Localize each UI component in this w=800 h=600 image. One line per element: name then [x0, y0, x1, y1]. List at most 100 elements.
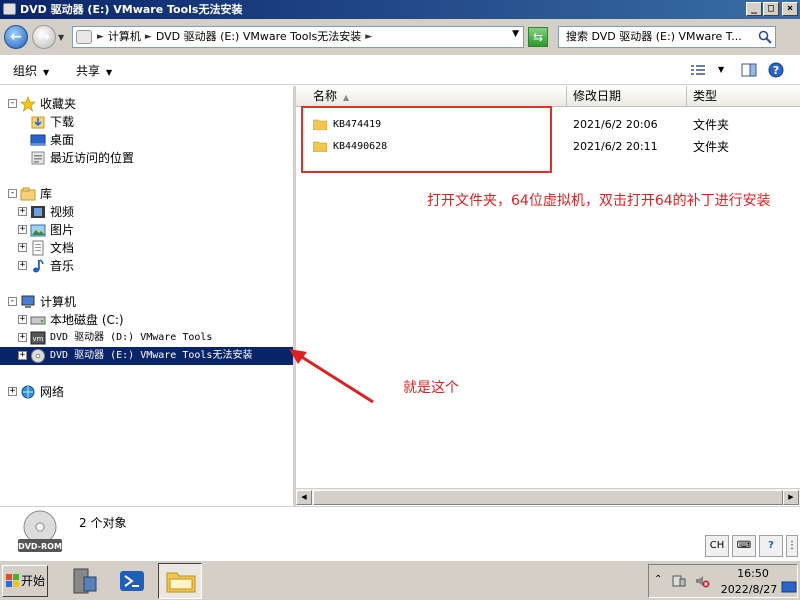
nav-label: DVD 驱动器 (D:) VMware Tools: [50, 332, 213, 343]
collapse-icon[interactable]: -: [8, 297, 17, 306]
nav-favorites[interactable]: - 收藏夹: [0, 95, 293, 113]
window-controls: _ □ ×: [746, 2, 798, 16]
sort-ascending-icon: ▲: [343, 93, 350, 102]
download-folder-icon: [31, 116, 45, 129]
back-button[interactable]: ←: [4, 25, 28, 49]
nav-label: 库: [40, 187, 53, 201]
chevron-right-icon[interactable]: ►: [145, 27, 152, 47]
server-manager-taskbar-button[interactable]: [62, 563, 106, 599]
nav-label: 桌面: [50, 133, 75, 147]
breadcrumb-computer[interactable]: 计算机: [108, 27, 141, 47]
nav-recent-places[interactable]: 最近访问的位置: [0, 149, 293, 167]
chevron-down-icon[interactable]: ▼: [512, 29, 519, 39]
scroll-left-button[interactable]: ◀: [296, 490, 312, 505]
disc-drive-icon: [31, 349, 45, 363]
options-icon[interactable]: ⋮: [786, 535, 798, 557]
folder-icon: [166, 572, 196, 593]
network-icon: [21, 385, 35, 399]
music-icon: [33, 259, 44, 273]
file-modified: 2021/6/2 20:06: [573, 118, 658, 131]
expand-icon[interactable]: +: [8, 387, 17, 396]
breadcrumb-dvd-e[interactable]: DVD 驱动器 (E:) VMware Tools无法安装: [156, 27, 361, 47]
drive-icon: [76, 30, 92, 44]
nav-dvd-drive-e[interactable]: + DVD 驱动器 (E:) VMware Tools无法安装: [0, 347, 293, 365]
expand-icon[interactable]: +: [18, 261, 27, 270]
powershell-icon: [120, 571, 144, 591]
chevron-right-icon[interactable]: ►: [97, 27, 104, 47]
nav-pictures[interactable]: + 图片: [0, 221, 293, 239]
nav-network[interactable]: + 网络: [0, 383, 293, 401]
address-bar[interactable]: ► 计算机 ► DVD 驱动器 (E:) VMware Tools无法安装 ► …: [72, 26, 524, 48]
help-icon[interactable]: ?: [768, 62, 784, 78]
nav-label: 最近访问的位置: [50, 151, 135, 165]
nav-downloads[interactable]: 下载: [0, 113, 293, 131]
annotation-pointer: 就是这个: [403, 380, 459, 396]
horizontal-scrollbar[interactable]: ◀ ▶: [296, 488, 800, 505]
drive-type-label: DVD-ROM: [18, 542, 62, 551]
expand-icon[interactable]: +: [18, 207, 27, 216]
expand-icon[interactable]: +: [18, 351, 27, 360]
preview-pane-icon[interactable]: [741, 62, 757, 78]
language-indicator[interactable]: CH: [705, 535, 729, 557]
scroll-thumb[interactable]: [313, 490, 783, 505]
scroll-right-button[interactable]: ▶: [783, 490, 799, 505]
help-icon[interactable]: ?: [759, 535, 783, 557]
search-icon[interactable]: [758, 30, 772, 44]
expand-icon[interactable]: +: [18, 315, 27, 324]
explorer-taskbar-button[interactable]: [158, 563, 202, 599]
nav-label: 计算机: [40, 295, 77, 309]
chevron-right-icon[interactable]: ►: [365, 27, 372, 47]
nav-videos[interactable]: + 视频: [0, 203, 293, 221]
pictures-icon: [30, 224, 46, 237]
column-header-type[interactable]: 类型: [687, 86, 800, 107]
history-dropdown-icon[interactable]: ▼: [58, 33, 64, 42]
keyboard-icon[interactable]: ⌨: [732, 535, 756, 557]
nav-desktop[interactable]: 桌面: [0, 131, 293, 149]
chevron-down-icon[interactable]: ▼: [718, 65, 724, 74]
expand-icon[interactable]: +: [18, 225, 27, 234]
drive-icon: [3, 3, 16, 15]
search-input[interactable]: 搜索 DVD 驱动器 (E:) VMware T...: [558, 26, 776, 48]
organize-button[interactable]: 组织 ▼: [13, 62, 49, 79]
column-header-name[interactable]: 名称 ▲: [307, 86, 567, 107]
nav-libraries[interactable]: - 库: [0, 185, 293, 203]
action-center-icon[interactable]: [671, 573, 687, 589]
close-button[interactable]: ×: [782, 2, 798, 16]
nav-local-disk-c[interactable]: + 本地磁盘 (C:): [0, 311, 293, 329]
collapse-icon[interactable]: -: [8, 99, 17, 108]
volume-muted-icon[interactable]: [694, 573, 710, 589]
clock-time[interactable]: 16:50: [733, 567, 773, 580]
collapse-icon[interactable]: -: [8, 189, 17, 198]
nav-dvd-drive-d[interactable]: + vm DVD 驱动器 (D:) VMware Tools: [0, 329, 293, 347]
start-button[interactable]: 开始: [2, 565, 48, 597]
column-header-modified[interactable]: 修改日期: [567, 86, 687, 107]
share-button[interactable]: 共享 ▼: [76, 62, 112, 79]
computer-icon: [21, 295, 35, 308]
recent-places-icon: [31, 151, 45, 165]
address-row: ← → ▼ ► 计算机 ► DVD 驱动器 (E:) VMware Tools无…: [0, 19, 800, 55]
powershell-taskbar-button[interactable]: [110, 563, 154, 599]
hard-drive-icon: [30, 316, 46, 325]
show-desktop-icon[interactable]: [781, 579, 797, 595]
desktop-icon: [30, 134, 46, 146]
clock-date[interactable]: 2022/8/27: [720, 583, 778, 596]
nav-computer[interactable]: - 计算机: [0, 293, 293, 311]
show-hidden-icons-icon[interactable]: ⌃: [654, 574, 662, 585]
maximize-button[interactable]: □: [763, 2, 779, 16]
chevron-down-icon: ▼: [43, 68, 50, 77]
nav-label: 文档: [50, 241, 75, 255]
nav-documents[interactable]: + 文档: [0, 239, 293, 257]
nav-label: 网络: [40, 385, 65, 399]
nav-label: 图片: [50, 223, 75, 237]
details-pane: DVD-ROM 2 个对象 CH ⌨ ? ⋮: [0, 506, 800, 560]
view-options-icon[interactable]: [690, 62, 706, 78]
forward-button[interactable]: →: [32, 25, 56, 49]
minimize-button[interactable]: _: [746, 2, 762, 16]
nav-music[interactable]: + 音乐: [0, 257, 293, 275]
refresh-button[interactable]: ⇆: [528, 27, 548, 47]
expand-icon[interactable]: +: [18, 333, 27, 342]
expand-icon[interactable]: +: [18, 243, 27, 252]
file-modified: 2021/6/2 20:11: [573, 140, 658, 153]
search-placeholder: 搜索 DVD 驱动器 (E:) VMware T...: [566, 30, 742, 43]
nav-label: 本地磁盘 (C:): [50, 313, 124, 327]
